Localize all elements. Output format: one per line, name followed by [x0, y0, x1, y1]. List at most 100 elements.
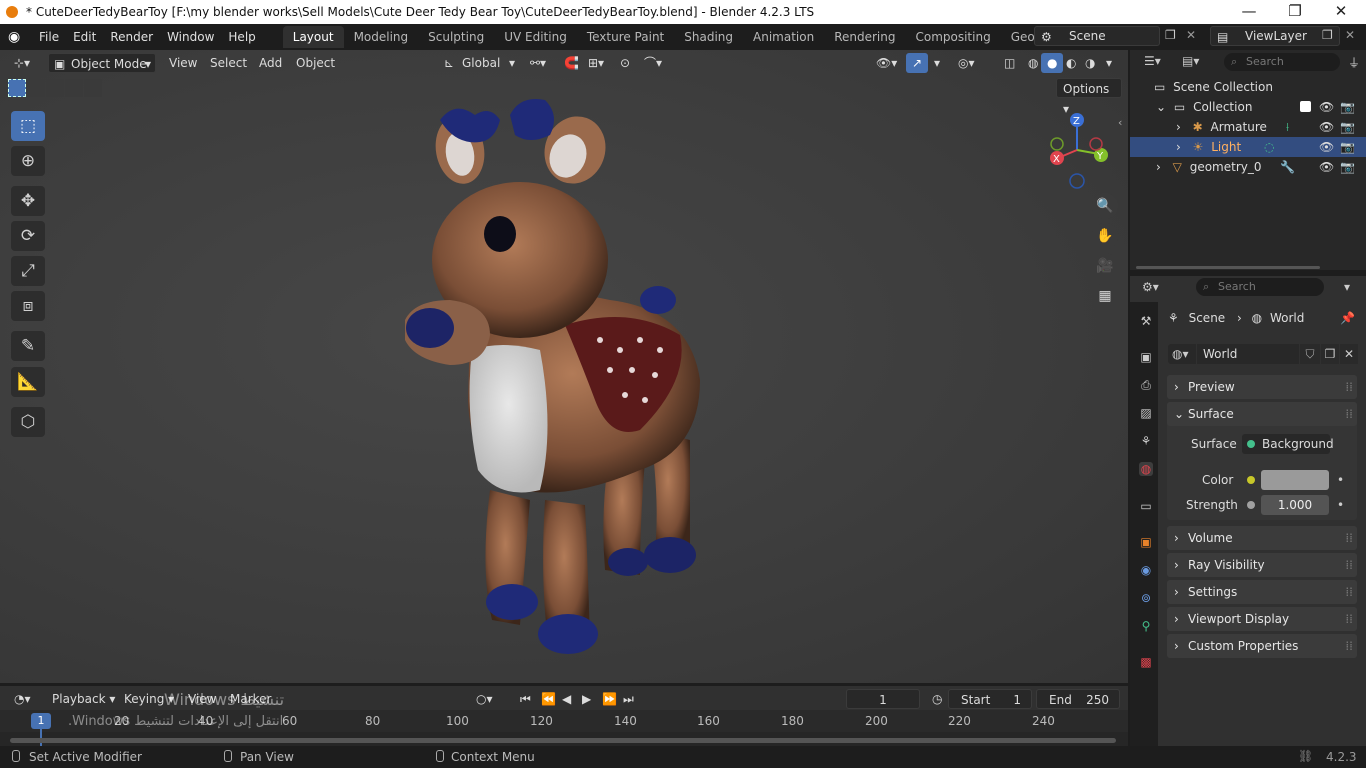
select-intersect-icon[interactable] [84, 79, 102, 97]
panel-volume[interactable]: › Volume ⁞⁞ [1167, 526, 1357, 550]
play-reverse-icon[interactable]: ◀ [556, 689, 577, 709]
object-data-tab-icon[interactable]: ⚲ [1139, 619, 1153, 633]
tool-annotate[interactable]: ✎ [11, 331, 45, 361]
properties-editor-icon[interactable]: ⚙▾ [1142, 280, 1159, 294]
outliner-editor-icon[interactable]: ☰▾ [1144, 54, 1161, 68]
modifier-wrench-icon[interactable]: 🔧 [1280, 157, 1295, 177]
camera-icon[interactable]: 📷 [1340, 137, 1355, 157]
expand-chevron-icon[interactable]: › [1176, 120, 1181, 134]
scene-tab-icon[interactable]: ⚘ [1139, 434, 1153, 448]
texture-tab-icon[interactable]: ▩ [1139, 655, 1153, 669]
drag-grip-icon[interactable]: ⁞⁞ [1345, 580, 1353, 604]
viewport-menu-select[interactable]: Select [204, 53, 253, 73]
tab-rendering[interactable]: Rendering [824, 26, 905, 48]
outliner-funnel-icon[interactable]: ⏚ [1348, 54, 1360, 71]
menu-edit[interactable]: Edit [66, 24, 103, 50]
panel-preview[interactable]: › Preview ⁞⁞ [1167, 375, 1357, 399]
world-browse-icon[interactable]: ◍▾ [1168, 344, 1196, 364]
viewport-menu-add[interactable]: Add [253, 53, 288, 73]
snap-target-icon[interactable]: ⊞▾ [582, 53, 610, 73]
tab-texture-paint[interactable]: Texture Paint [577, 26, 674, 48]
3d-viewport[interactable] [0, 50, 1128, 683]
panel-settings[interactable]: › Settings ⁞⁞ [1167, 580, 1357, 604]
current-frame-field[interactable]: 1 [846, 689, 920, 709]
start-frame-field[interactable]: Start 1 [948, 689, 1032, 709]
tab-layout[interactable]: Layout [282, 26, 344, 48]
delete-view-layer-icon[interactable]: ✕ [1345, 28, 1355, 42]
falloff-icon[interactable]: ⌒▾ [638, 53, 668, 73]
play-icon[interactable]: ▶ [576, 689, 597, 709]
timeline-editor-icon[interactable]: ◔▾ [8, 689, 37, 709]
transform-orientation-dropdown[interactable]: ⊾ Global ▾ [440, 53, 518, 73]
zoom-icon[interactable]: 🔍 [1092, 193, 1118, 219]
close-button[interactable]: ✕ [1318, 0, 1364, 24]
visibility-icon[interactable]: 👁▾ [870, 53, 903, 73]
menu-window[interactable]: Window [160, 24, 221, 50]
preview-range-icon[interactable]: ◷ [926, 689, 948, 709]
drag-grip-icon[interactable]: ⁞⁞ [1345, 607, 1353, 631]
playhead[interactable]: 1 [31, 713, 51, 729]
tool-cursor[interactable]: ⊕ [11, 146, 45, 176]
minimize-button[interactable]: — [1226, 0, 1272, 24]
menu-help[interactable]: Help [221, 24, 262, 50]
camera-icon[interactable]: 📷 [1340, 157, 1355, 177]
shading-rendered-icon[interactable]: ◑ [1079, 53, 1101, 73]
delete-scene-icon[interactable]: ✕ [1186, 28, 1196, 42]
auto-keying-icon[interactable]: ○▾ [470, 689, 499, 709]
select-invert-icon[interactable] [65, 79, 83, 97]
end-frame-field[interactable]: End 250 [1036, 689, 1120, 709]
outliner-row-collection[interactable]: ⌄ ▭ Collection 👁 📷 [1130, 97, 1366, 117]
viewport-menu-object[interactable]: Object [290, 53, 341, 73]
panel-viewport-display[interactable]: › Viewport Display ⁞⁞ [1167, 607, 1357, 631]
tab-compositing[interactable]: Compositing [905, 26, 1000, 48]
timeline-menu-playback[interactable]: Playback ▾ [46, 689, 121, 709]
panel-custom-properties[interactable]: › Custom Properties ⁞⁞ [1167, 634, 1357, 658]
tab-animation[interactable]: Animation [743, 26, 824, 48]
select-new-icon[interactable] [8, 79, 26, 97]
modifier-tab-icon[interactable]: ◉ [1139, 563, 1153, 577]
snap-icon[interactable]: 🧲 [558, 53, 585, 73]
outliner-row-light[interactable]: › ☀ Light ◌ 👁 📷 [1130, 137, 1366, 157]
navigation-gizmo[interactable]: Z Y X [1043, 110, 1113, 190]
pin-icon[interactable]: 📌 [1340, 309, 1355, 327]
tab-modeling[interactable]: Modeling [344, 26, 419, 48]
outliner-row-armature[interactable]: › ✱ Armature ⟊ 👁 📷 [1130, 117, 1366, 137]
shading-dropdown-icon[interactable]: ▾ [1100, 53, 1118, 73]
new-view-layer-icon[interactable]: ❐ [1322, 28, 1333, 42]
drag-grip-icon[interactable]: ⁞⁞ [1345, 553, 1353, 577]
output-tab-icon[interactable]: ⎙ [1139, 378, 1153, 392]
tab-uv-editing[interactable]: UV Editing [494, 26, 577, 48]
drag-grip-icon[interactable]: ⁞⁞ [1345, 375, 1353, 399]
overlay-icon[interactable]: ◎▾ [952, 53, 981, 73]
fake-user-shield-icon[interactable]: ⛉ [1300, 344, 1320, 364]
color-keyframe-icon[interactable]: • [1337, 473, 1344, 487]
outliner-row-geometry[interactable]: › ▽ geometry_0 🔧 👁 📷 [1130, 157, 1366, 177]
pivot-point-icon[interactable]: ⚯▾ [524, 53, 552, 73]
gizmo-dropdown-icon[interactable]: ▾ [928, 53, 946, 73]
viewport-menu-view[interactable]: View [163, 53, 203, 73]
camera-icon[interactable]: 📷 [1340, 117, 1355, 137]
object-mode-dropdown[interactable]: ▣ Object Mode ▾ [48, 53, 156, 73]
view-layer-tab-icon[interactable]: ▨ [1139, 406, 1153, 420]
tab-sculpting[interactable]: Sculpting [418, 26, 494, 48]
tool-add-cube[interactable]: ⬡ [11, 407, 45, 437]
properties-search-input[interactable]: ⌕ Search [1196, 278, 1324, 296]
menu-render[interactable]: Render [103, 24, 160, 50]
select-extend-icon[interactable] [27, 79, 45, 97]
scene-selector[interactable]: ⚙ Scene [1034, 26, 1160, 46]
timeline-scrollbar[interactable] [10, 738, 1116, 743]
perspective-grid-icon[interactable]: ▦ [1092, 283, 1118, 309]
armature-data-icon[interactable]: ⟊ [1286, 117, 1289, 137]
xray-icon[interactable]: ◫ [998, 53, 1021, 73]
object-tab-icon[interactable]: ▣ [1139, 535, 1153, 549]
expand-chevron-icon[interactable]: ⌄ [1156, 100, 1166, 114]
collection-tab-icon[interactable]: ▭ [1139, 499, 1153, 513]
blender-menu-icon[interactable]: ◉ [8, 29, 32, 45]
tool-rotate[interactable]: ⟳ [11, 221, 45, 251]
editor-type-button[interactable]: ⊹▾ [8, 53, 36, 73]
panel-surface[interactable]: ⌄ Surface ⁞⁞ [1167, 402, 1357, 426]
render-tab-icon[interactable]: ▣ [1139, 350, 1153, 364]
camera-view-icon[interactable]: 🎥 [1092, 253, 1118, 279]
tool-scale[interactable]: ⤢ [11, 256, 45, 286]
world-name-field[interactable]: World [1197, 344, 1299, 364]
